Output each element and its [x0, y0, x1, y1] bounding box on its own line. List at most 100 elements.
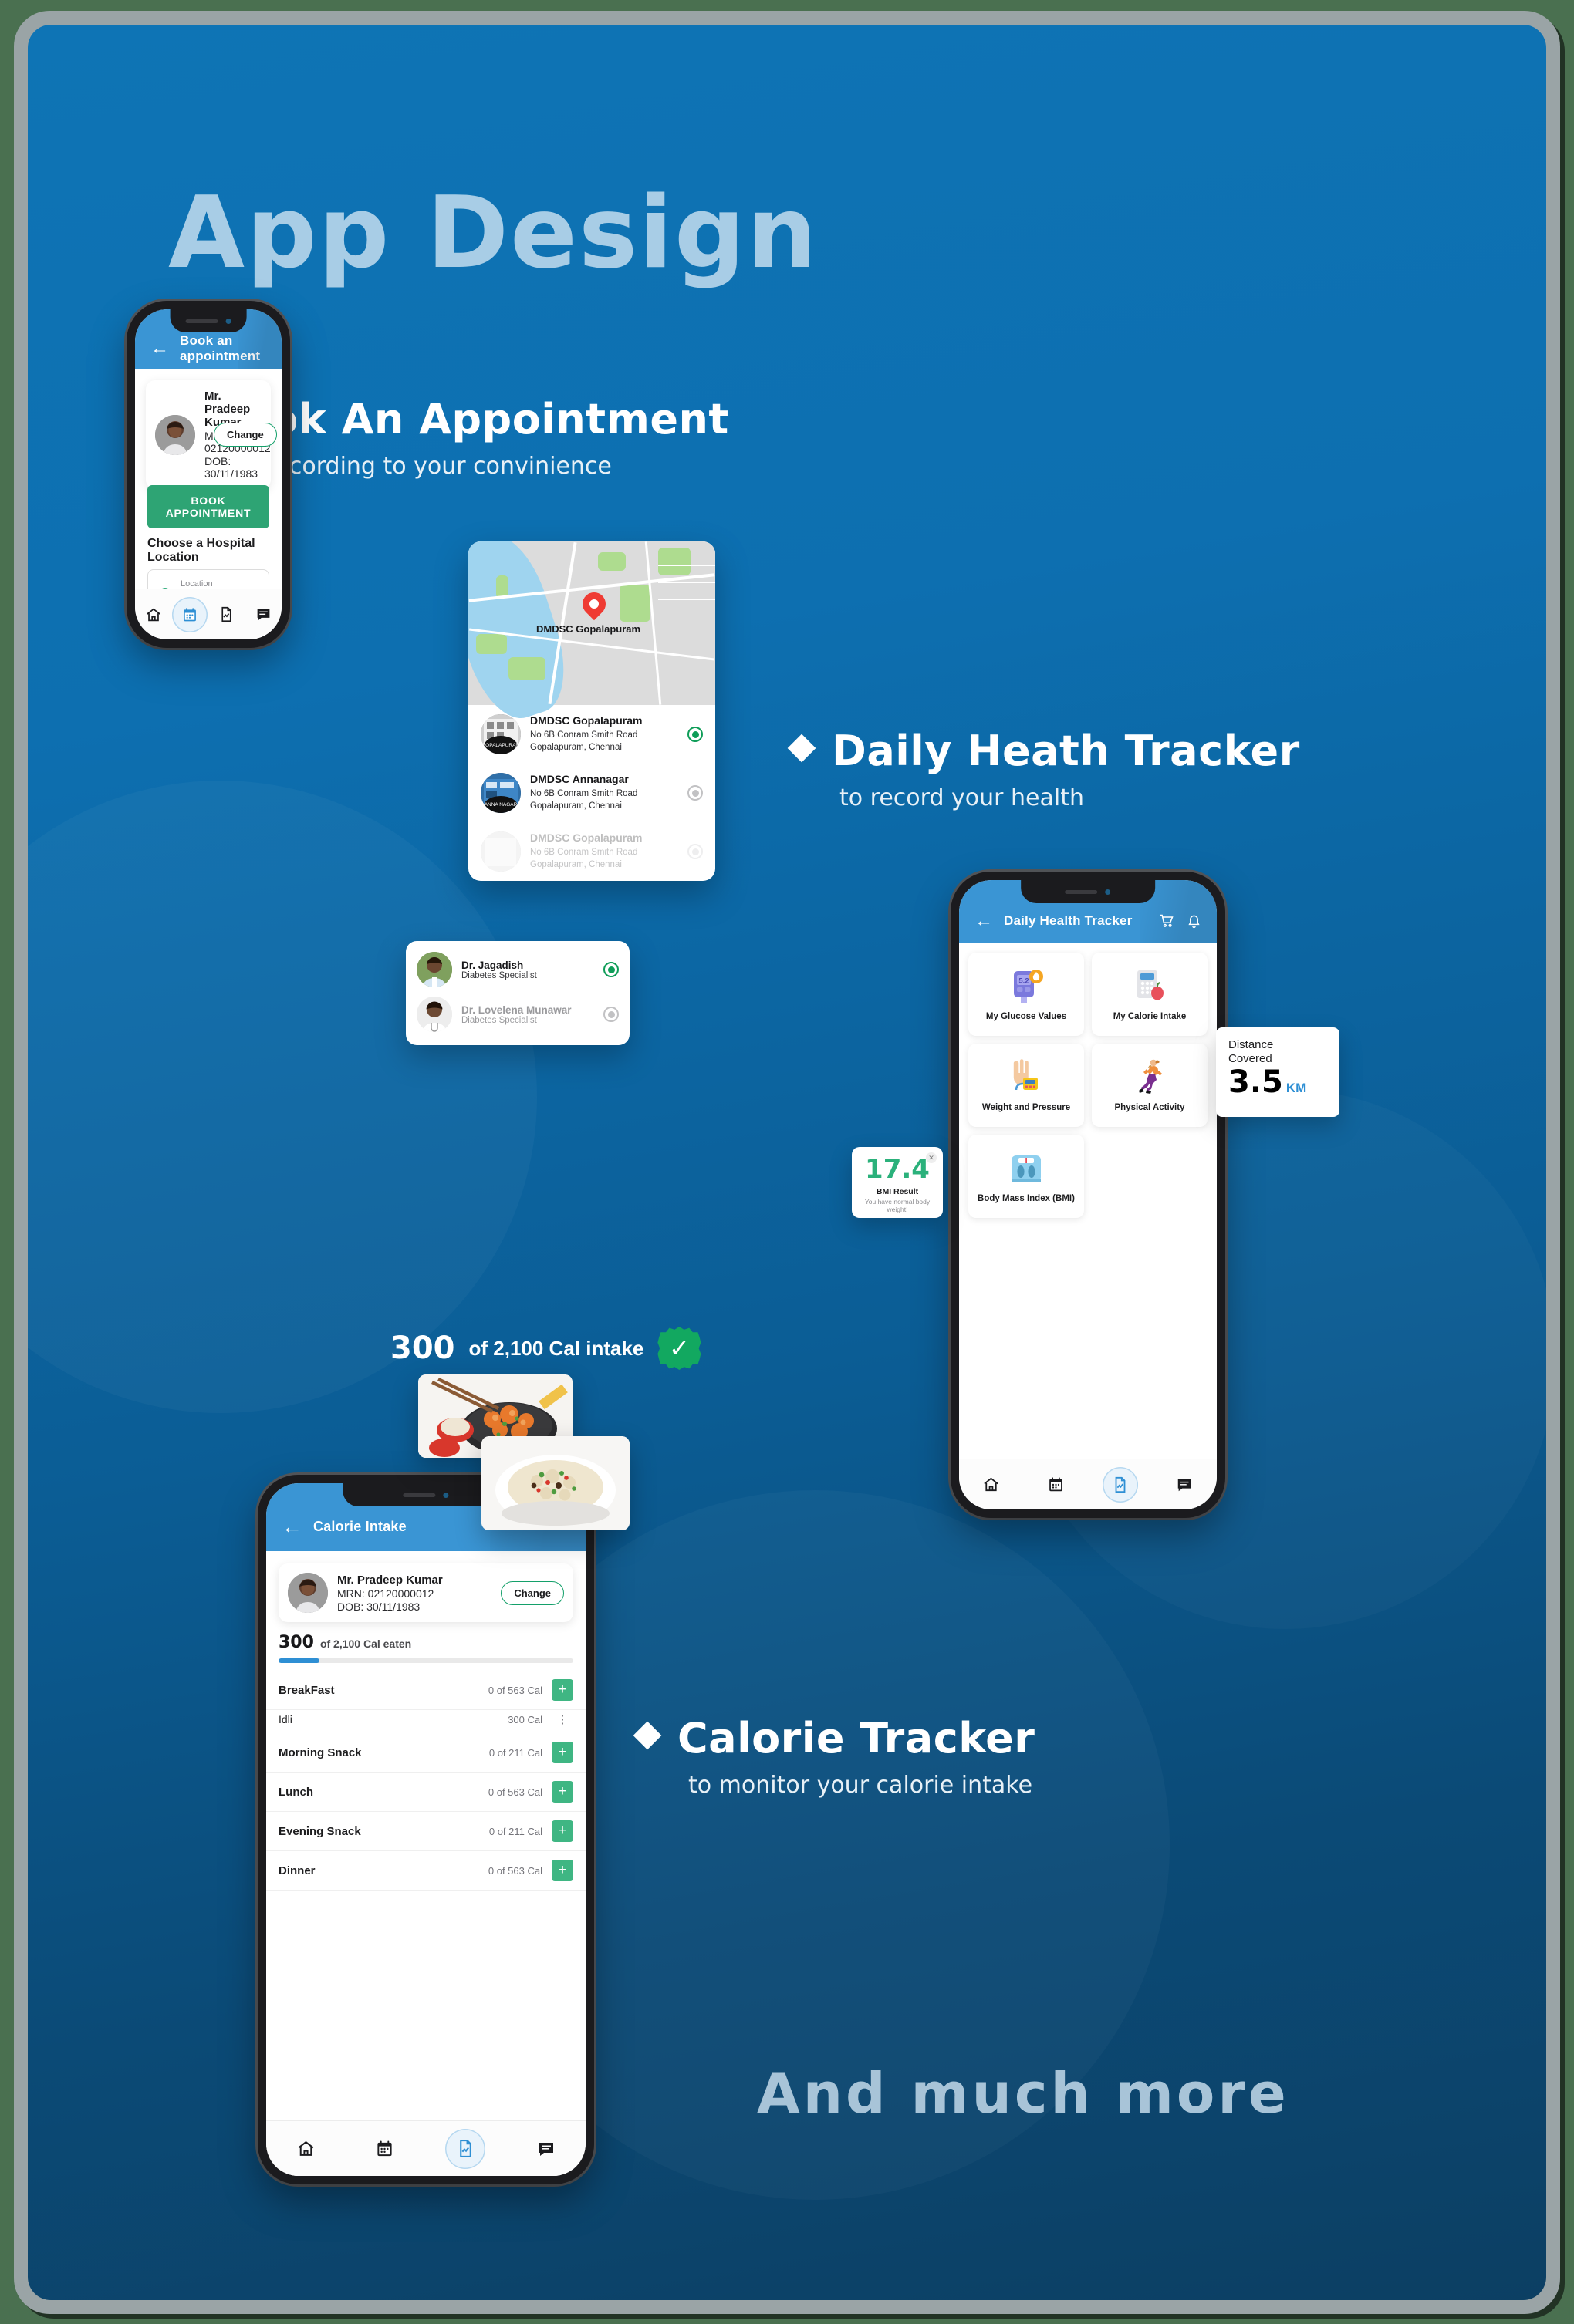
section-subtitle: according to your convinience — [262, 453, 612, 480]
doctor-name: Dr. Jagadish — [461, 959, 524, 971]
location-radio[interactable] — [687, 844, 703, 859]
nav-report[interactable] — [445, 2128, 485, 2169]
nav-report[interactable] — [209, 597, 245, 632]
phone-notch — [170, 309, 247, 332]
doctor-list-item[interactable]: Dr. Jagadish Diabetes Specialist — [417, 947, 619, 992]
doctor-radio-selected[interactable] — [603, 962, 619, 977]
add-food-button[interactable]: + — [552, 1860, 573, 1881]
meal-name: Morning Snack — [279, 1746, 362, 1759]
tile-my-calorie-intake[interactable]: My Calorie Intake — [1092, 953, 1208, 1036]
check-badge-icon: ✓ — [657, 1327, 701, 1370]
bmi-note: You have normal body weight! — [864, 1198, 931, 1213]
add-food-button[interactable]: + — [552, 1820, 573, 1842]
location-name: DMDSC Annanagar — [530, 773, 629, 786]
map-view[interactable]: DMDSC Gopalapuram — [468, 541, 715, 729]
patient-card: Mr. Pradeep Kumar MRN: 02120000012 DOB: … — [146, 380, 277, 489]
more-options-icon[interactable]: ⋮ — [552, 1714, 573, 1725]
screen-body: 5.2 My Glucose Values My Calorie Intake … — [959, 943, 1217, 1459]
doctor-picker-card[interactable]: Dr. Jagadish Diabetes Specialist Dr. Lov… — [406, 941, 630, 1045]
map-road — [658, 565, 715, 566]
list-item[interactable]: Dinner 0 of 563 Cal + — [266, 1851, 586, 1891]
bmi-result-card[interactable]: ✕ 17.4 BMI Result You have normal body w… — [852, 1147, 943, 1218]
meal-name: Dinner — [279, 1864, 316, 1877]
doctor-thumbnail — [417, 952, 452, 987]
calories-goal-text: of 2,100 Cal eaten — [319, 1638, 412, 1650]
distance-covered-card[interactable]: Distance Covered 3.5 KM — [1216, 1027, 1339, 1117]
location-address: No 6B Conram Smith Road Gopalapuram, Chen… — [530, 730, 638, 752]
nav-chat[interactable] — [529, 2131, 564, 2167]
list-item[interactable]: BreakFast 0 of 563 Cal + — [266, 1671, 586, 1710]
doctor-specialty: Diabetes Specialist — [461, 970, 537, 980]
arrow-left-icon[interactable]: ← — [150, 339, 169, 358]
nav-home[interactable] — [288, 2131, 323, 2167]
calorie-banner-value: 300 — [390, 1331, 455, 1366]
poster-canvas: App Design Book An Appointment according… — [28, 25, 1546, 2300]
bp-monitor-icon — [1006, 1057, 1046, 1098]
location-name: DMDSC Gopalapuram — [530, 714, 643, 727]
meal-calories: 0 of 211 Cal — [488, 1825, 542, 1837]
distance-unit: KM — [1285, 1080, 1307, 1095]
location-radio[interactable] — [687, 785, 703, 801]
section-calorie-tracker: Calorie Tracker to monitor your calorie … — [633, 1714, 1035, 1799]
map-park — [508, 657, 545, 680]
speaker-grill — [185, 319, 218, 323]
list-item[interactable]: Evening Snack 0 of 211 Cal + — [266, 1812, 586, 1851]
patient-name: Mr. Pradeep Kumar — [337, 1573, 443, 1587]
arrow-left-icon[interactable]: ← — [974, 912, 993, 930]
add-food-button[interactable]: + — [552, 1742, 573, 1763]
list-item[interactable]: Morning Snack 0 of 211 Cal + — [266, 1733, 586, 1773]
location-list-item[interactable]: ANNA NAGAR DMDSC Annanagar No 6B Conram … — [468, 764, 715, 822]
tile-label: Physical Activity — [1114, 1102, 1185, 1112]
location-radio-selected[interactable] — [687, 727, 703, 742]
book-appointment-button[interactable]: BOOK APPOINTMENT — [147, 485, 269, 528]
calorie-summary: 300 of 2,100 Cal eaten — [266, 1622, 586, 1663]
tile-weight-and-pressure[interactable]: Weight and Pressure — [968, 1044, 1084, 1127]
arrow-left-icon[interactable]: ← — [282, 1516, 302, 1537]
location-list-item[interactable]: GOPALAPURAM DMDSC Gopalapuram No 6B Conr… — [468, 705, 715, 764]
list-item[interactable]: Idli 300 Cal ⋮ — [266, 1710, 586, 1733]
add-food-button[interactable]: + — [552, 1679, 573, 1701]
svg-text:GOPALAPURAM: GOPALAPURAM — [481, 743, 520, 748]
phone-screen: ← Calorie Intake Mr. Pradeep Kumar MRN: … — [266, 1483, 586, 2176]
front-camera — [1105, 889, 1111, 895]
decorative-circle — [28, 781, 537, 1413]
appbar-title: Calorie Intake — [313, 1518, 407, 1534]
nav-calendar[interactable] — [1038, 1467, 1073, 1503]
doctor-radio[interactable] — [603, 1007, 619, 1022]
nav-chat[interactable] — [1167, 1467, 1202, 1503]
tile-body-mass-index[interactable]: Body Mass Index (BMI) — [968, 1135, 1084, 1218]
bottom-nav — [135, 589, 282, 639]
map-pin-icon — [577, 587, 611, 621]
location-address: No 6B Conram Smith Road Gopalapuram, Chen… — [530, 848, 638, 869]
hospital-location-picker-card[interactable]: DMDSC Gopalapuram GOPALAPURAM DMDSC Gopa… — [468, 541, 715, 881]
doctor-list-item[interactable]: Dr. Lovelena Munawar Diabetes Specialist — [417, 992, 619, 1037]
tile-my-glucose-values[interactable]: 5.2 My Glucose Values — [968, 953, 1084, 1036]
nav-home[interactable] — [974, 1467, 1009, 1503]
calories-eaten: 300 — [279, 1633, 314, 1652]
screen-body: Mr. Pradeep Kumar MRN: 02120000012 DOB: … — [135, 369, 282, 589]
bottom-nav — [959, 1459, 1217, 1509]
section-heading: Calorie Tracker — [677, 1714, 1035, 1762]
bell-icon[interactable] — [1187, 914, 1201, 929]
list-item[interactable]: Lunch 0 of 563 Cal + — [266, 1773, 586, 1812]
cart-icon[interactable] — [1159, 913, 1174, 929]
nav-chat[interactable] — [245, 597, 281, 632]
doctor-specialty: Diabetes Specialist — [461, 1015, 537, 1025]
front-camera — [225, 318, 231, 324]
meal-calories: 0 of 563 Cal — [488, 1684, 542, 1696]
nav-report[interactable] — [1102, 1466, 1138, 1503]
location-list-item[interactable]: DMDSC Gopalapuram No 6B Conram Smith Roa… — [468, 822, 715, 881]
nav-calendar[interactable] — [172, 596, 208, 632]
meal-name: BreakFast — [279, 1683, 335, 1697]
change-patient-button[interactable]: Change — [214, 423, 277, 447]
patient-info: Mr. Pradeep Kumar MRN: 02120000012 DOB: … — [337, 1574, 491, 1613]
location-input[interactable]: Location Gopalapuram, Chennai — [147, 569, 269, 589]
nav-calendar[interactable] — [366, 2131, 402, 2167]
close-icon[interactable]: ✕ — [926, 1152, 937, 1163]
nav-home[interactable] — [136, 597, 171, 632]
change-patient-button[interactable]: Change — [501, 1580, 564, 1605]
distance-title: Distance Covered — [1228, 1038, 1274, 1066]
add-food-button[interactable]: + — [552, 1781, 573, 1803]
tile-physical-activity[interactable]: Physical Activity — [1092, 1044, 1208, 1127]
patient-card: Mr. Pradeep Kumar MRN: 02120000012 DOB: … — [279, 1563, 573, 1622]
